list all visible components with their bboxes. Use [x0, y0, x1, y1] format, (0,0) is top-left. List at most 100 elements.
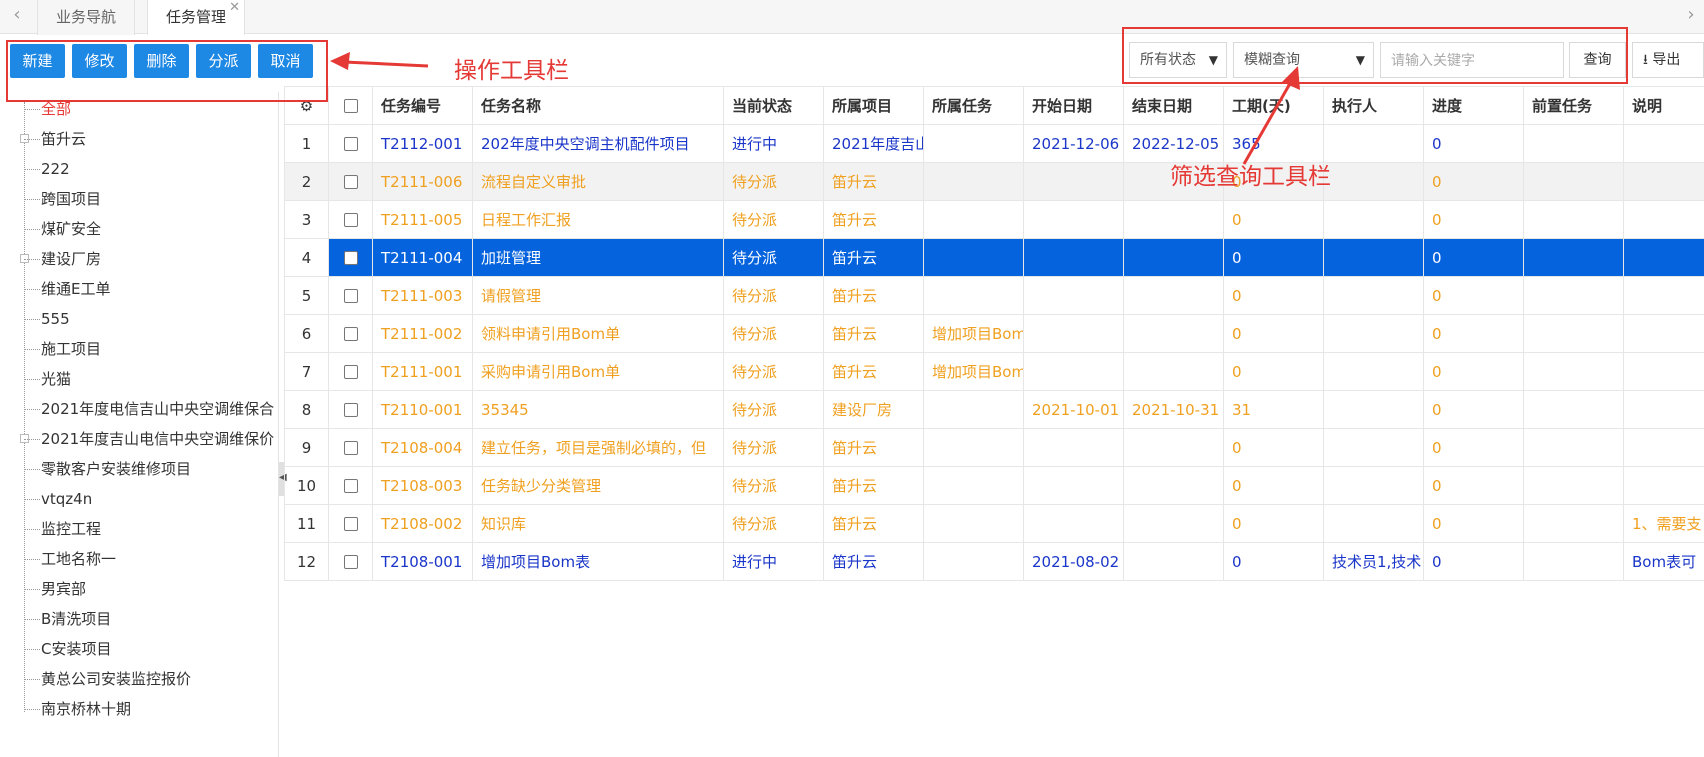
action-toolbar-highlight [6, 40, 328, 102]
row-checkbox[interactable] [328, 238, 373, 277]
table-cell [1523, 428, 1624, 467]
tree-item[interactable]: B清洗项目 [24, 604, 111, 634]
close-icon[interactable]: ✕ [229, 0, 240, 25]
table-cell: 待分派 [723, 428, 824, 467]
column-header[interactable]: 所属任务 [923, 86, 1024, 125]
table-cell: 0 [1223, 314, 1324, 353]
table-header-row: ⚙ 任务编号 任务名称 当前状态 所属项目 所属任务 开始日期 结束日期 工期(… [284, 86, 1704, 125]
table-cell: 0 [1423, 352, 1524, 391]
tree-connector [24, 319, 40, 320]
row-checkbox[interactable] [328, 390, 373, 429]
column-header[interactable]: 开始日期 [1023, 86, 1124, 125]
table-row[interactable]: 9 T2108-004 建立任务，项目是强制必填的，但 待分派 笛升云 0 0 [284, 428, 1704, 467]
table-row[interactable]: 4 T2111-004 加班管理 待分派 笛升云 0 0 [284, 238, 1704, 277]
tree-item[interactable]: 跨国项目 [24, 184, 101, 214]
tree-item[interactable]: 工地名称一 [24, 544, 116, 574]
column-header[interactable]: 前置任务 [1523, 86, 1624, 125]
tree-item[interactable]: 男宾部 [24, 574, 86, 604]
table-cell [1623, 314, 1704, 353]
table-row[interactable]: 3 T2111-005 日程工作汇报 待分派 笛升云 0 0 [284, 200, 1704, 239]
column-header[interactable]: 结束日期 [1123, 86, 1224, 125]
row-checkbox[interactable] [328, 504, 373, 543]
export-button[interactable]: ⭳ 导出 [1632, 42, 1704, 78]
table-cell: 笛升云 [823, 238, 924, 277]
tree-item[interactable]: 555 [24, 304, 70, 334]
column-header[interactable]: 所属项目 [823, 86, 924, 125]
tree-item[interactable]: 建设厂房 [24, 244, 101, 274]
table-cell: 0 [1223, 276, 1324, 315]
tree-item[interactable]: 维通E工单 [24, 274, 110, 304]
column-header[interactable]: 任务编号 [372, 86, 473, 125]
table-cell: 待分派 [723, 352, 824, 391]
tree-item[interactable]: 2021年度电信吉山中央空调维保合 [24, 394, 274, 424]
table-cell: 1、需要支 [1623, 504, 1704, 543]
tree-item[interactable]: 笛升云 [24, 124, 86, 154]
row-checkbox[interactable] [328, 466, 373, 505]
table-cell [1523, 162, 1624, 201]
task-grid: ⚙ 任务编号 任务名称 当前状态 所属项目 所属任务 开始日期 结束日期 工期(… [284, 86, 1704, 757]
table-cell: T2111-003 [372, 276, 473, 315]
tree-item[interactable]: 施工项目 [24, 334, 101, 364]
tree-item[interactable]: C安装项目 [24, 634, 111, 664]
table-cell [1023, 238, 1124, 277]
tab-task-management[interactable]: 任务管理 ✕ [147, 0, 246, 35]
table-row[interactable]: 11 T2108-002 知识库 待分派 笛升云 0 0 1、需要支 [284, 504, 1704, 543]
table-row[interactable]: 8 T2110-001 35345 待分派 建设厂房 2021-10-01 2021-10-… [284, 390, 1704, 429]
row-checkbox[interactable] [328, 352, 373, 391]
row-checkbox[interactable] [328, 314, 373, 353]
tab-scroll-right-icon[interactable]: › [1676, 0, 1704, 34]
table-cell [1023, 200, 1124, 239]
table-cell: 笛升云 [823, 314, 924, 353]
row-checkbox[interactable] [328, 542, 373, 581]
table-cell: 技术员1,技术 [1323, 542, 1424, 581]
tree-item[interactable]: 2021年度吉山电信中央空调维保价 [24, 424, 274, 454]
table-row[interactable]: 6 T2111-002 领料申请引用Bom单 待分派 笛升云 增加项目Bom 0 0 [284, 314, 1704, 353]
tab-scroll-left-icon[interactable]: ‹ [2, 0, 32, 34]
table-cell: 进行中 [723, 542, 824, 581]
table-row[interactable]: 1 T2112-001 202年度中央空调主机配件项目 进行中 2021年度吉山 2021… [284, 124, 1704, 163]
tree-item[interactable]: 光猫 [24, 364, 71, 394]
column-header[interactable]: 当前状态 [723, 86, 824, 125]
row-number: 7 [284, 352, 329, 391]
table-cell [1123, 314, 1224, 353]
tree-item-label: 2021年度吉山电信中央空调维保价 [41, 430, 275, 448]
tree-item[interactable]: 煤矿安全 [24, 214, 101, 244]
row-number: 1 [284, 124, 329, 163]
tree-item-label: 维通E工单 [41, 280, 111, 298]
table-row[interactable]: 10 T2108-003 任务缺少分类管理 待分派 笛升云 0 0 [284, 466, 1704, 505]
tree-item-label: 零散客户安装维修项目 [41, 460, 192, 478]
tree-item[interactable]: 监控工程 [24, 514, 101, 544]
table-cell: 0 [1423, 466, 1524, 505]
table-row[interactable]: 12 T2108-001 增加项目Bom表 进行中 笛升云 2021-08-02 0 技术员1… [284, 542, 1704, 581]
table-cell: 待分派 [723, 162, 824, 201]
tree-item[interactable]: vtqz4n [24, 484, 92, 514]
tree-item[interactable]: 222 [24, 154, 70, 184]
table-cell [1323, 200, 1424, 239]
column-header[interactable]: 说明 [1623, 86, 1704, 125]
table-cell: 请假管理 [472, 276, 724, 315]
row-checkbox[interactable] [328, 428, 373, 467]
table-cell [1623, 124, 1704, 163]
tab-business-nav[interactable]: 业务导航 [37, 0, 136, 35]
row-checkbox[interactable] [328, 124, 373, 163]
row-checkbox[interactable] [328, 162, 373, 201]
row-checkbox[interactable] [328, 200, 373, 239]
column-header[interactable]: 进度 [1423, 86, 1524, 125]
select-all-checkbox[interactable] [328, 86, 373, 125]
table-row[interactable]: 2 T2111-006 流程自定义审批 待分派 笛升云 0 0 [284, 162, 1704, 201]
table-cell: 加班管理 [472, 238, 724, 277]
table-cell: 增加项目Bom [923, 352, 1024, 391]
column-header[interactable]: 任务名称 [472, 86, 724, 125]
tree-item[interactable]: 零散客户安装维修项目 [24, 454, 191, 484]
table-cell: T2111-005 [372, 200, 473, 239]
tree-connector [24, 499, 40, 500]
tree-item[interactable]: 南京桥林十期 [24, 694, 131, 724]
column-header[interactable]: 执行人 [1323, 86, 1424, 125]
tree-connector [24, 259, 40, 260]
table-row[interactable]: 7 T2111-001 采购申请引用Bom单 待分派 笛升云 增加项目Bom 0 0 [284, 352, 1704, 391]
table-cell [923, 504, 1024, 543]
table-row[interactable]: 5 T2111-003 请假管理 待分派 笛升云 0 0 [284, 276, 1704, 315]
row-checkbox[interactable] [328, 276, 373, 315]
tree-item[interactable]: 黄总公司安装监控报价 [24, 664, 191, 694]
table-cell [923, 200, 1024, 239]
